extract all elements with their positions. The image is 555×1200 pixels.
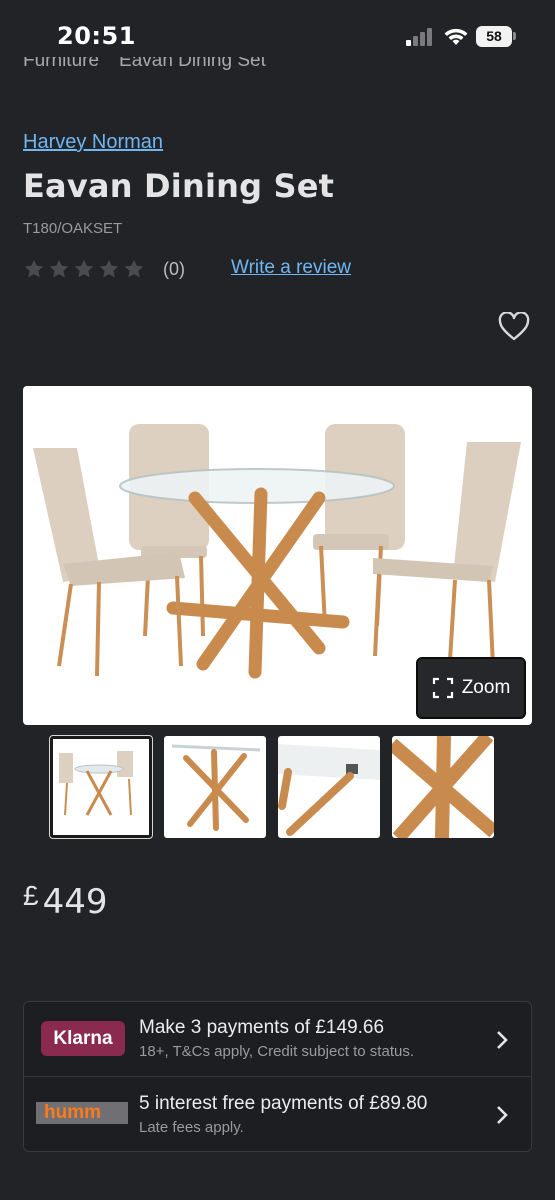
humm-title: 5 interest free payments of £89.80 — [139, 1093, 428, 1114]
breadcrumb-item-parent[interactable]: Furniture — [23, 57, 99, 71]
klarna-title: Make 3 payments of £149.66 — [139, 1017, 385, 1038]
expand-icon — [432, 677, 453, 699]
star-icon — [49, 259, 69, 278]
wifi-icon — [444, 28, 468, 45]
klarna-payment-option[interactable]: Klarna Make 3 payments of £149.66 18+, T… — [24, 1002, 531, 1077]
chair-back-right — [313, 424, 405, 627]
chevron-right-icon — [497, 1106, 508, 1124]
star-icon — [24, 259, 44, 278]
heart-icon[interactable] — [498, 312, 530, 342]
thumbnail-strip — [49, 735, 494, 839]
rating-row: (0) — [23, 256, 185, 282]
breadcrumb-item-current: Eavan Dining Set — [119, 57, 266, 71]
payment-options: Klarna Make 3 payments of £149.66 18+, T… — [23, 1001, 532, 1152]
review-count: (0) — [163, 258, 185, 279]
zoom-label: Zoom — [461, 677, 511, 698]
write-review-link[interactable]: Write a review — [231, 257, 351, 279]
status-time: 20:51 — [57, 22, 136, 50]
breadcrumb: Furniture Eavan Dining Set — [23, 57, 266, 81]
star-icon — [74, 259, 94, 278]
battery-icon: 58 — [476, 26, 512, 47]
humm-subtitle: Late fees apply. — [139, 1119, 244, 1136]
thumbnail-1[interactable] — [49, 735, 153, 839]
thumbnail-4[interactable] — [392, 736, 494, 838]
star-icon — [99, 259, 119, 278]
price-amount: 449 — [42, 882, 108, 922]
brand-link[interactable]: Harvey Norman — [23, 131, 163, 154]
cellular-signal-icon — [406, 28, 434, 46]
price-currency: £ — [23, 880, 39, 911]
zoom-button[interactable]: Zoom — [416, 657, 526, 719]
product-price: £449 — [23, 880, 108, 922]
product-sku: T180/OAKSET — [23, 220, 123, 237]
battery-tip — [513, 32, 516, 40]
klarna-subtitle: 18+, T&Cs apply, Credit subject to statu… — [139, 1043, 414, 1060]
star-icon — [124, 259, 144, 278]
thumbnail-2[interactable] — [164, 736, 266, 838]
klarna-logo: Klarna — [41, 1021, 125, 1056]
thumbnail-3[interactable] — [278, 736, 380, 838]
humm-logo: humm — [36, 1102, 128, 1124]
humm-payment-option[interactable]: humm 5 interest free payments of £89.80 … — [24, 1077, 531, 1152]
chevron-right-icon — [497, 1031, 508, 1049]
rating-stars — [23, 258, 145, 280]
product-title: Eavan Dining Set — [23, 167, 335, 205]
